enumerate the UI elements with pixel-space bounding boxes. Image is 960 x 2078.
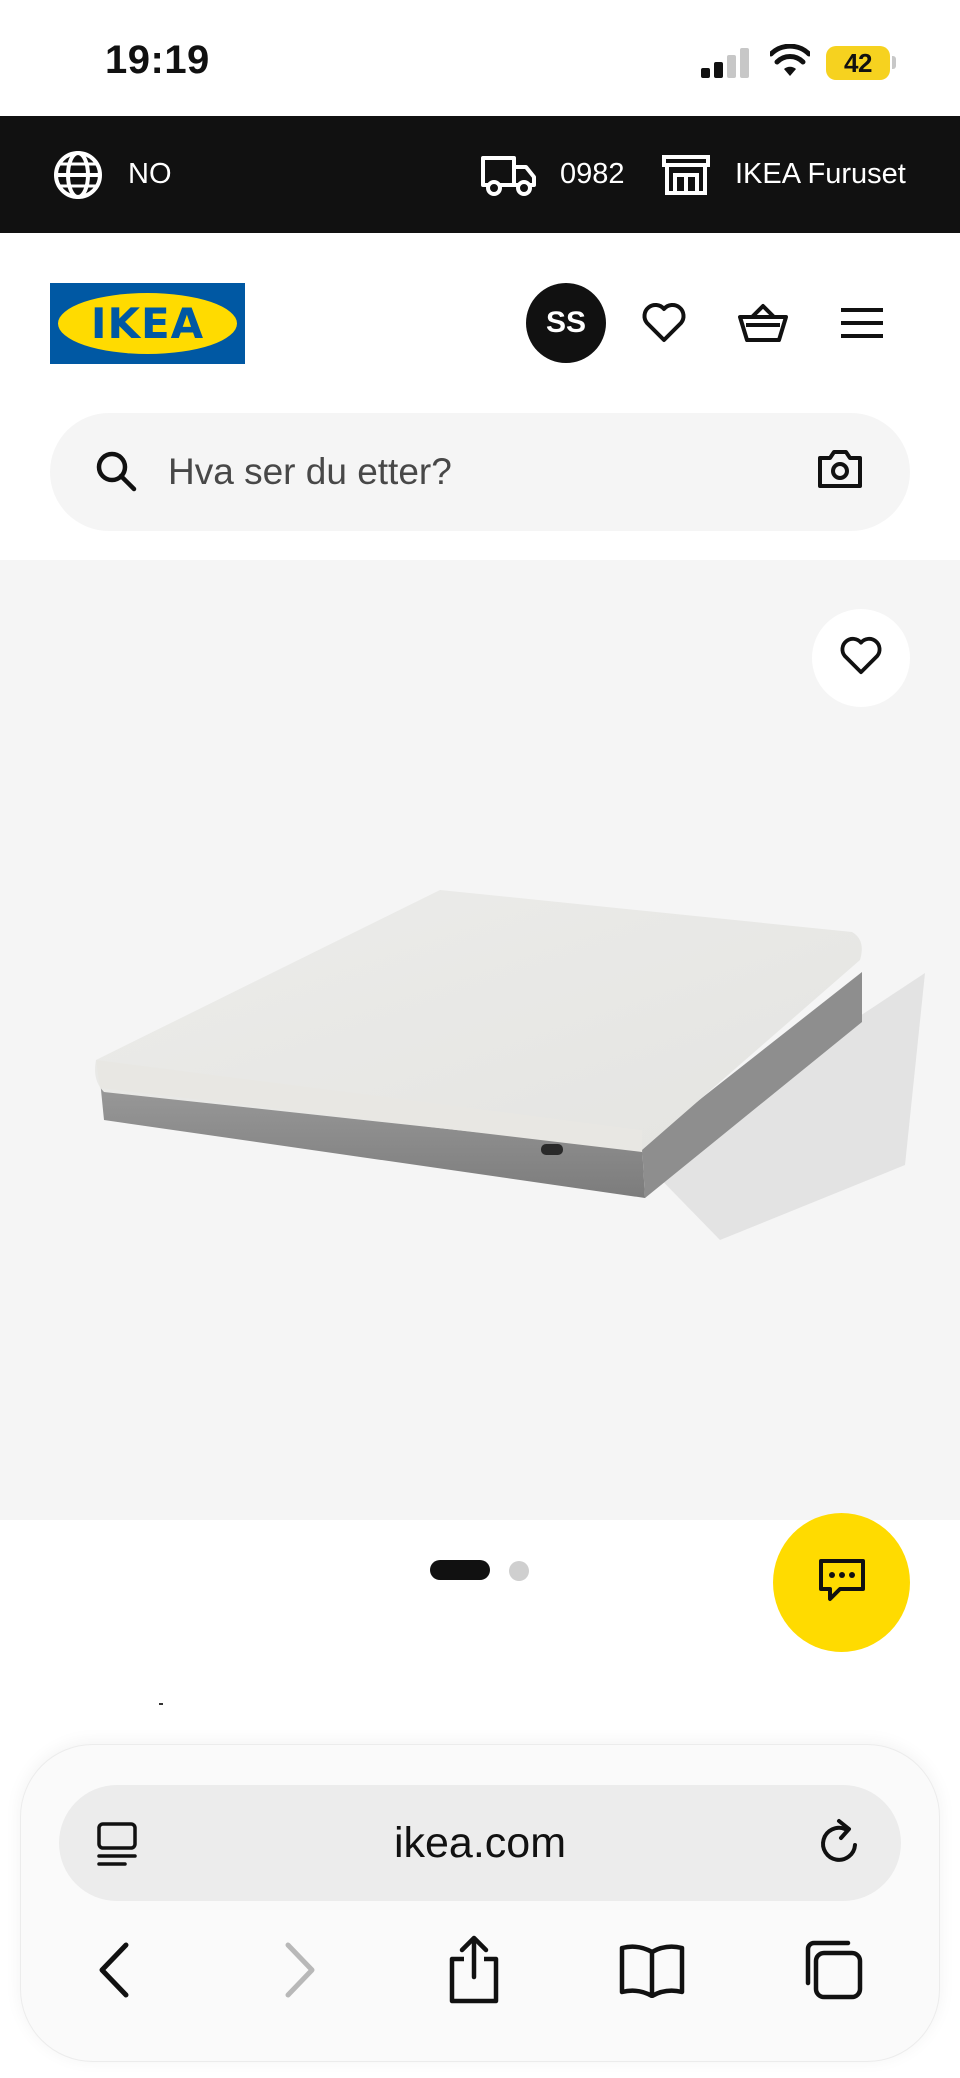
language-label: NO	[128, 158, 172, 190]
basket-icon[interactable]	[734, 294, 792, 352]
chat-icon	[816, 1556, 868, 1609]
back-button[interactable]	[76, 1937, 152, 2007]
heart-icon	[839, 636, 883, 681]
ikea-logo[interactable]: IKEA	[50, 283, 245, 364]
address-bar[interactable]: ikea.com	[59, 1785, 901, 1901]
content-fragment	[159, 1703, 163, 1705]
status-bar: 19:19 42	[0, 0, 960, 116]
back-icon	[96, 1942, 132, 2003]
battery-level: 42	[826, 46, 890, 80]
store-icon	[661, 153, 711, 197]
camera-icon[interactable]	[816, 447, 864, 496]
tabs-icon	[800, 1939, 864, 2006]
cellular-signal-icon	[701, 46, 751, 78]
truck-icon	[480, 153, 538, 197]
search-bar[interactable]	[50, 413, 910, 531]
top-bar: NO 0982 IKEA Furuset	[0, 116, 960, 233]
wifi-icon	[768, 43, 812, 78]
menu-icon[interactable]	[833, 294, 891, 352]
battery-tip	[892, 56, 896, 69]
language-selector[interactable]: NO	[52, 116, 172, 233]
bookmarks-icon	[618, 1942, 686, 2003]
carousel-dot[interactable]	[509, 1561, 529, 1581]
bookmarks-button[interactable]	[614, 1937, 690, 2007]
mattress-illustration	[95, 890, 925, 1240]
url-text: ikea.com	[393, 1818, 567, 1867]
search-input[interactable]	[168, 413, 818, 531]
share-icon	[446, 1935, 502, 2010]
globe-icon	[52, 149, 104, 201]
status-time: 19:19	[105, 38, 210, 82]
store-selector[interactable]: IKEA Furuset	[661, 116, 906, 233]
chat-button[interactable]	[773, 1513, 910, 1652]
share-button[interactable]	[436, 1935, 512, 2010]
heart-icon[interactable]	[635, 294, 693, 352]
delivery-postcode[interactable]: 0982	[480, 116, 625, 233]
reload-icon[interactable]	[817, 1817, 863, 1872]
favorite-button[interactable]	[812, 609, 910, 707]
product-image[interactable]	[0, 560, 960, 1520]
postcode-label: 0982	[560, 158, 625, 190]
store-label: IKEA Furuset	[735, 158, 906, 190]
forward-button[interactable]	[262, 1937, 338, 2007]
forward-icon	[282, 1942, 318, 2003]
tabs-button[interactable]	[794, 1937, 870, 2007]
logo-wordmark: IKEA	[90, 299, 205, 348]
carousel-dot-active[interactable]	[430, 1560, 490, 1580]
profile-avatar[interactable]: SS	[526, 283, 606, 363]
search-icon[interactable]	[94, 449, 138, 498]
